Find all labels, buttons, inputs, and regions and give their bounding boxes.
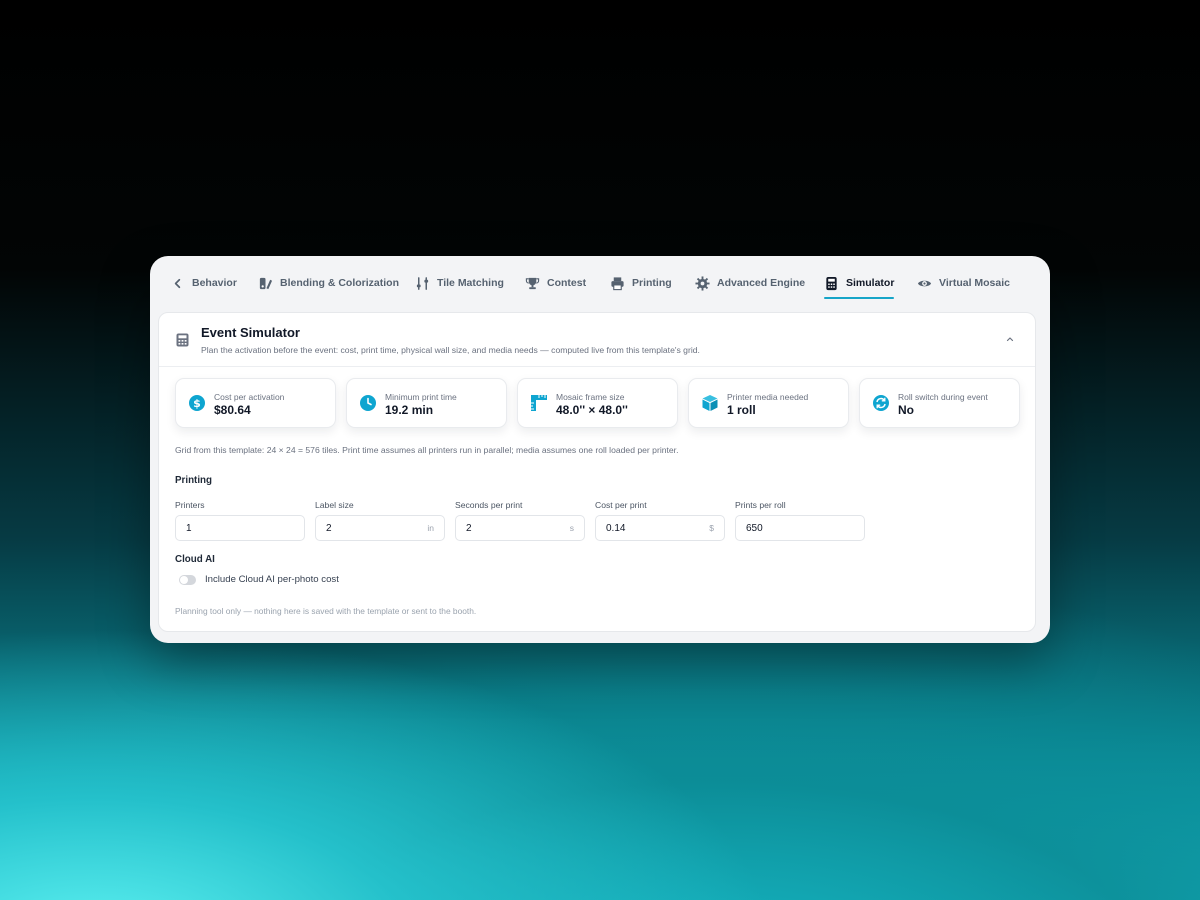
input-value: 1 bbox=[186, 522, 192, 534]
input-value: 0.14 bbox=[606, 522, 626, 534]
label-size-input[interactable]: 2 in bbox=[315, 515, 445, 541]
cloud-ai-toggle[interactable] bbox=[179, 574, 196, 585]
settings-window: Behavior Blending & Colorization Tile Ma… bbox=[150, 256, 1050, 643]
calculator-icon bbox=[176, 333, 189, 347]
refresh-icon bbox=[873, 395, 889, 411]
seconds-per-print-input[interactable]: 2 s bbox=[455, 515, 585, 541]
tab-bar: Behavior Blending & Colorization Tile Ma… bbox=[150, 256, 1050, 302]
tab-label: Simulator bbox=[846, 277, 895, 289]
card-title: Event Simulator bbox=[201, 325, 300, 340]
footer-note: Planning tool only — nothing here is sav… bbox=[175, 606, 477, 616]
cloud-ai-heading: Cloud AI bbox=[175, 554, 215, 565]
cost-per-print-input[interactable]: 0.14 $ bbox=[595, 515, 725, 541]
input-value: 650 bbox=[746, 522, 763, 534]
input-unit: in bbox=[427, 523, 434, 533]
trophy-icon bbox=[525, 277, 540, 289]
seconds-per-print-field: Seconds per print 2 s bbox=[455, 500, 585, 541]
box-icon bbox=[702, 395, 718, 411]
input-value: 2 bbox=[326, 522, 332, 534]
tab-label: Virtual Mosaic bbox=[939, 277, 1010, 289]
stat-label: Printer media needed bbox=[727, 392, 809, 402]
stat-label: Minimum print time bbox=[385, 392, 457, 402]
label-size-field: Label size 2 in bbox=[315, 500, 445, 541]
stat-printer-media-needed: Printer media needed 1 roll bbox=[688, 378, 849, 428]
tab-label: Behavior bbox=[192, 277, 237, 289]
printers-input[interactable]: 1 bbox=[175, 515, 305, 541]
stat-label: Roll switch during event bbox=[898, 392, 988, 402]
svg-text:$: $ bbox=[193, 397, 201, 410]
tab-label: Contest bbox=[547, 277, 587, 289]
printer-icon bbox=[611, 276, 624, 290]
tab-advanced-engine[interactable]: Advanced Engine bbox=[695, 268, 805, 298]
tab-blending-colorization[interactable]: Blending & Colorization bbox=[258, 268, 399, 298]
stat-value: 19.2 min bbox=[385, 403, 434, 417]
gear-icon bbox=[695, 275, 710, 291]
tab-label: Blending & Colorization bbox=[280, 277, 399, 289]
cloud-ai-toggle-row[interactable]: Include Cloud AI per-photo cost bbox=[179, 574, 339, 585]
tab-label: Advanced Engine bbox=[717, 277, 806, 289]
tab-contest[interactable]: Contest bbox=[525, 268, 586, 298]
calculator-icon bbox=[826, 276, 837, 290]
printers-field: Printers 1 bbox=[175, 500, 305, 541]
prints-per-roll-input[interactable]: 650 bbox=[735, 515, 865, 541]
card-subtitle: Plan the activation before the event: co… bbox=[201, 345, 700, 355]
field-label: Label size bbox=[315, 500, 354, 510]
tab-printing[interactable]: Printing bbox=[610, 268, 672, 298]
tab-behavior[interactable]: Behavior bbox=[170, 268, 237, 298]
tab-tile-matching[interactable]: Tile Matching bbox=[415, 268, 504, 298]
stat-value: No bbox=[898, 403, 914, 417]
toggle-label: Include Cloud AI per-photo cost bbox=[205, 574, 339, 585]
tab-label: Tile Matching bbox=[437, 277, 504, 289]
field-label: Seconds per print bbox=[455, 500, 523, 510]
prints-per-roll-field: Prints per roll 650 bbox=[735, 500, 865, 541]
tab-virtual-mosaic[interactable]: Virtual Mosaic bbox=[917, 268, 1010, 298]
tab-label: Printing bbox=[632, 277, 672, 289]
stat-mosaic-frame-size: Mosaic frame size 48.0'' × 48.0'' bbox=[517, 378, 678, 428]
tab-simulator[interactable]: Simulator bbox=[824, 268, 895, 299]
event-simulator-card: Event Simulator Plan the activation befo… bbox=[158, 312, 1036, 632]
stat-minimum-print-time: Minimum print time 19.2 min bbox=[346, 378, 507, 428]
stat-value: $80.64 bbox=[214, 403, 251, 417]
card-header: Event Simulator Plan the activation befo… bbox=[159, 313, 1035, 367]
stat-roll-switch: Roll switch during event No bbox=[859, 378, 1020, 428]
ruler-icon bbox=[531, 395, 547, 411]
stat-label: Cost per activation bbox=[214, 392, 285, 402]
stat-value: 1 roll bbox=[727, 403, 756, 417]
field-label: Prints per roll bbox=[735, 500, 786, 510]
printing-heading: Printing bbox=[175, 475, 213, 486]
palette-icon bbox=[259, 277, 273, 289]
cost-per-print-field: Cost per print 0.14 $ bbox=[595, 500, 725, 541]
chevron-up-icon[interactable] bbox=[1005, 334, 1015, 344]
stat-label: Mosaic frame size bbox=[556, 392, 625, 402]
input-value: 2 bbox=[466, 522, 472, 534]
stat-value: 48.0'' × 48.0'' bbox=[556, 403, 628, 417]
eye-icon bbox=[917, 280, 932, 286]
grid-note: Grid from this template: 24 × 24 = 576 t… bbox=[175, 445, 679, 455]
field-label: Cost per print bbox=[595, 500, 647, 510]
input-unit: $ bbox=[709, 523, 714, 533]
stat-cost-per-activation: $ Cost per activation $80.64 bbox=[175, 378, 336, 428]
clock-icon bbox=[360, 395, 376, 411]
input-unit: s bbox=[569, 523, 574, 533]
field-label: Printers bbox=[175, 500, 205, 510]
sliders-icon bbox=[416, 276, 429, 290]
chevron-left-icon bbox=[174, 278, 181, 288]
dollar-icon: $ bbox=[189, 395, 205, 411]
